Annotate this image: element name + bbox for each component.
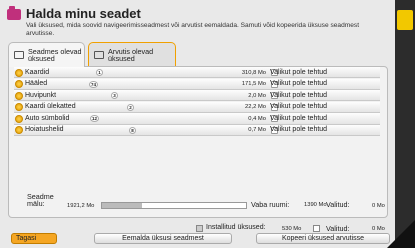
item-select-icon[interactable] bbox=[15, 80, 23, 89]
installed-legend-box bbox=[196, 225, 203, 232]
item-select-icon[interactable] bbox=[15, 91, 23, 100]
copy-to-computer-button[interactable]: Kopeeri üksused arvutisse bbox=[256, 233, 390, 244]
items-list: Kaardid 1 310,8 Mo Valikut pole tehtud H… bbox=[14, 67, 380, 137]
page-title: Halda minu seadet bbox=[26, 6, 141, 21]
item-status: Valikut pole tehtud bbox=[270, 103, 328, 111]
item-status: Valikut pole tehtud bbox=[270, 126, 328, 134]
item-size: 310,8 Mo bbox=[241, 69, 266, 76]
item-count: 12 bbox=[90, 115, 100, 123]
installed-value: 530 Mo bbox=[282, 226, 302, 232]
item-size: 2,0 Mo bbox=[248, 92, 266, 99]
item-select-icon[interactable] bbox=[15, 68, 23, 77]
item-name: Hääled bbox=[25, 80, 48, 88]
list-item[interactable]: Kaardid 1 310,8 Mo Valikut pole tehtud bbox=[14, 67, 380, 79]
list-item[interactable]: Hoiatushelid 8 0,7 Mo Valikut pole tehtu… bbox=[14, 124, 380, 137]
brand-logo bbox=[397, 10, 413, 30]
back-button[interactable]: Tagasi bbox=[11, 233, 57, 244]
list-item[interactable]: Auto sümbolid 12 0,4 Mo Valikut pole teh… bbox=[14, 113, 380, 125]
tab-computer-items[interactable]: Arvutis olevad üksused bbox=[88, 42, 176, 67]
item-size: 171,5 Mo bbox=[241, 81, 266, 88]
memory-usage-bar bbox=[101, 202, 247, 209]
item-size: 0,4 Mo bbox=[248, 115, 266, 122]
selected-legend-box bbox=[313, 225, 320, 232]
item-count: 2 bbox=[127, 103, 134, 111]
memory-usage-fill bbox=[102, 203, 143, 208]
memory-total: 1921,2 Mo bbox=[67, 203, 95, 209]
free-space-label: Vaba ruumi: bbox=[251, 200, 290, 209]
item-count: 74 bbox=[89, 80, 99, 88]
item-size: 0,7 Mo bbox=[248, 127, 266, 134]
item-status: Valikut pole tehtud bbox=[270, 114, 328, 122]
memory-label: Seadme mälu: bbox=[27, 192, 54, 208]
item-name: Kaardi ülekatted bbox=[25, 103, 76, 111]
tab-device-items[interactable]: Seadmes olevad üksused bbox=[8, 42, 85, 67]
device-icon bbox=[14, 51, 24, 59]
list-item[interactable]: Kaardi ülekatted 2 22,2 Mo Valikut pole … bbox=[14, 101, 380, 113]
page-subtitle: Vali üksused, mida soovid navigeerimisse… bbox=[26, 22, 360, 37]
computer-icon bbox=[94, 51, 104, 59]
item-status: Valikut pole tehtud bbox=[270, 91, 328, 99]
item-select-icon[interactable] bbox=[15, 126, 23, 135]
item-count: 8 bbox=[129, 126, 136, 134]
installed-label: Installitud üksused: bbox=[206, 224, 266, 231]
item-name: Huvipunkt bbox=[25, 91, 57, 99]
remove-items-button[interactable]: Eemalda üksusi seadmest bbox=[94, 233, 232, 244]
tab-label: Arvutis olevad üksused bbox=[108, 47, 154, 63]
item-name: Kaardid bbox=[25, 68, 50, 76]
item-count: 3 bbox=[111, 92, 118, 100]
installed-selected-value: 0 Mo bbox=[372, 226, 385, 232]
installed-selected-label: Valitud: bbox=[326, 224, 350, 233]
memory-selected-value: 0 Mo bbox=[372, 203, 385, 209]
tab-label: Seadmes olevad üksused bbox=[28, 47, 82, 63]
free-space-value: 1390 Mo bbox=[304, 202, 327, 208]
item-status: Valikut pole tehtud bbox=[270, 80, 328, 88]
item-name: Hoiatushelid bbox=[25, 126, 64, 134]
memory-selected-label: Valitud: bbox=[326, 200, 350, 209]
item-name: Auto sümbolid bbox=[25, 114, 70, 122]
list-item[interactable]: Hääled 74 171,5 Mo Valikut pole tehtud bbox=[14, 78, 380, 90]
item-status: Valikut pole tehtud bbox=[270, 68, 328, 76]
item-count: 1 bbox=[96, 69, 103, 76]
item-size: 22,2 Mo bbox=[245, 104, 266, 111]
side-strip bbox=[395, 0, 415, 248]
corner-decoration bbox=[387, 220, 415, 248]
item-select-icon[interactable] bbox=[15, 114, 23, 123]
item-select-icon[interactable] bbox=[15, 103, 23, 112]
folder-icon bbox=[7, 6, 21, 20]
list-item[interactable]: Huvipunkt 3 2,0 Mo Valikut pole tehtud bbox=[14, 90, 380, 102]
